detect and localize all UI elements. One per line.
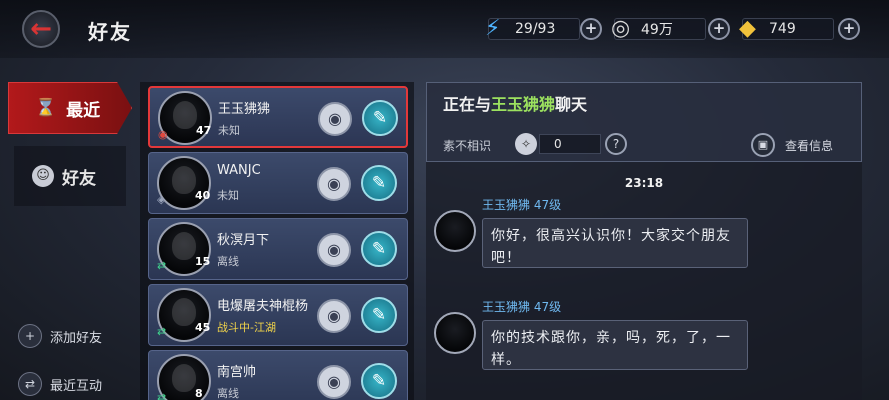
add-silver-button[interactable]: + — [708, 18, 730, 40]
eye-icon: ◉ — [327, 306, 341, 325]
message-timestamp: 23:18 — [624, 176, 664, 190]
message-bubble: 你的技术跟你，亲，吗，死，了，一样。 — [482, 320, 748, 370]
page-title: 好友 — [88, 20, 132, 44]
view-info-button[interactable]: 查看信息 — [785, 137, 833, 154]
chat-button[interactable]: ✎ — [361, 231, 397, 267]
friend-name: 南宫帅 — [217, 365, 257, 380]
message-bubble: 你好，很高兴认识你！大家交个朋友吧！ — [482, 218, 748, 268]
add-friend-icon: + — [18, 324, 42, 348]
friend-level: 40 — [195, 189, 211, 202]
friend-name: 秋溟月下 — [217, 233, 270, 248]
offline-status-icon: ⇄ — [157, 259, 167, 272]
hourglass-icon: ⌛ — [35, 98, 57, 118]
friend-item[interactable]: ⇄ 45 电爆屠夫神棍杨 战斗中-江湖 ◉ ✎ — [148, 284, 408, 346]
silver-coin-icon: ◎ — [611, 16, 631, 41]
friend-level: 47 — [196, 124, 212, 137]
gold-display: ◆ 749 — [739, 16, 834, 41]
relation-label: 素不相识 — [443, 139, 492, 153]
chat-title: 正在与王玉狒狒聊天 — [443, 91, 587, 115]
chat-icon: ✎ — [371, 305, 387, 325]
chat-button[interactable]: ✎ — [362, 100, 398, 136]
add-friend-button[interactable]: + 添加好友 — [18, 324, 102, 348]
chat-partner-name: 王玉狒狒 — [491, 95, 556, 114]
friend-status: 战斗中-江湖 — [217, 321, 276, 334]
view-profile-button[interactable]: ◉ — [317, 299, 351, 333]
silver-display: ◎ 49万 — [611, 16, 706, 41]
friend-item[interactable]: ◈ 40 WANJC 未知 ◉ ✎ — [148, 152, 408, 214]
lightning-icon: ⚡ — [485, 16, 501, 41]
stamina-display: ⚡ 29/93 — [485, 16, 580, 41]
friend-item[interactable]: ◉ 47 王玉狒狒 未知 ◉ ✎ — [148, 86, 408, 148]
add-gold-button[interactable]: + — [838, 18, 860, 40]
chat-icon: ✎ — [372, 108, 388, 128]
friend-level: 45 — [195, 321, 211, 334]
friend-item[interactable]: ⇄ 8 南宫帅 离线 ◉ ✎ — [148, 350, 408, 400]
help-button[interactable]: ? — [605, 133, 627, 155]
tab-recent-label: 最近 — [66, 100, 101, 121]
chat-icon: ✎ — [371, 371, 387, 391]
friend-level: 15 — [195, 255, 211, 268]
view-info-icon[interactable]: ▣ — [751, 133, 775, 157]
friend-status: 离线 — [217, 255, 239, 268]
unknown-status-icon: ◉ — [158, 128, 168, 141]
avatar — [434, 210, 476, 252]
chat-messages: 23:18 王玉狒狒 47级 你好，很高兴认识你！大家交个朋友吧！ 王玉狒狒 4… — [426, 162, 862, 400]
tab-recent[interactable]: ⌛ 最近 — [8, 82, 132, 134]
eye-icon: ◉ — [327, 240, 341, 259]
eye-icon: ◉ — [327, 372, 341, 391]
friend-name: 电爆屠夫神棍杨 — [217, 299, 309, 314]
friend-item[interactable]: ⇄ 15 秋溟月下 离线 ◉ ✎ — [148, 218, 408, 280]
friend-status: 未知 — [218, 124, 240, 137]
chat-title-suffix: 聊天 — [555, 95, 588, 114]
tab-friends[interactable]: ☺ 好友 — [14, 146, 126, 206]
friend-status: 未知 — [217, 189, 239, 202]
friend-name: WANJC — [217, 163, 261, 178]
view-profile-button[interactable]: ◉ — [318, 102, 352, 136]
friend-level: 8 — [195, 387, 203, 400]
chat-header: 正在与王玉狒狒聊天 素不相识 ✧ 0 ? ▣ 查看信息 — [426, 82, 862, 162]
chat-button[interactable]: ✎ — [361, 165, 397, 201]
chat-title-prefix: 正在与 — [443, 95, 492, 114]
view-profile-button[interactable]: ◉ — [317, 233, 351, 267]
gold-value: 749 — [769, 21, 796, 37]
view-profile-button[interactable]: ◉ — [317, 365, 351, 399]
interaction-icon: ⇄ — [18, 372, 42, 396]
avatar — [434, 312, 476, 354]
offline-status-icon: ⇄ — [157, 391, 167, 400]
chat-icon: ✎ — [371, 173, 387, 193]
chat-icon: ✎ — [371, 239, 387, 259]
view-profile-button[interactable]: ◉ — [317, 167, 351, 201]
friend-status: 离线 — [217, 387, 239, 400]
message-sender: 王玉狒狒 47级 — [482, 198, 562, 212]
add-stamina-button[interactable]: + — [580, 18, 602, 40]
eye-icon: ◉ — [327, 174, 341, 193]
back-button[interactable]: ← — [22, 10, 60, 48]
unknown-status-icon: ◈ — [157, 193, 166, 206]
friend-name: 王玉狒狒 — [218, 102, 271, 117]
eye-icon: ◉ — [328, 109, 342, 128]
add-friend-label: 添加好友 — [50, 330, 103, 346]
recent-interaction-button[interactable]: ⇄ 最近互动 — [18, 372, 102, 396]
relation-value: 0 — [539, 134, 601, 154]
message-sender: 王玉狒狒 47级 — [482, 300, 562, 314]
relation-icon: ✧ — [515, 133, 537, 155]
friends-icon: ☺ — [32, 165, 54, 187]
battle-status-icon: ⇄ — [157, 325, 167, 338]
stamina-value: 29/93 — [515, 21, 556, 37]
gold-ingot-icon: ◆ — [739, 16, 756, 41]
recent-interaction-label: 最近互动 — [50, 378, 103, 394]
back-arrow-icon: ← — [30, 14, 52, 44]
chat-button[interactable]: ✎ — [361, 363, 397, 399]
silver-value: 49万 — [641, 22, 673, 38]
tab-friends-label: 好友 — [62, 168, 96, 189]
chat-button[interactable]: ✎ — [361, 297, 397, 333]
